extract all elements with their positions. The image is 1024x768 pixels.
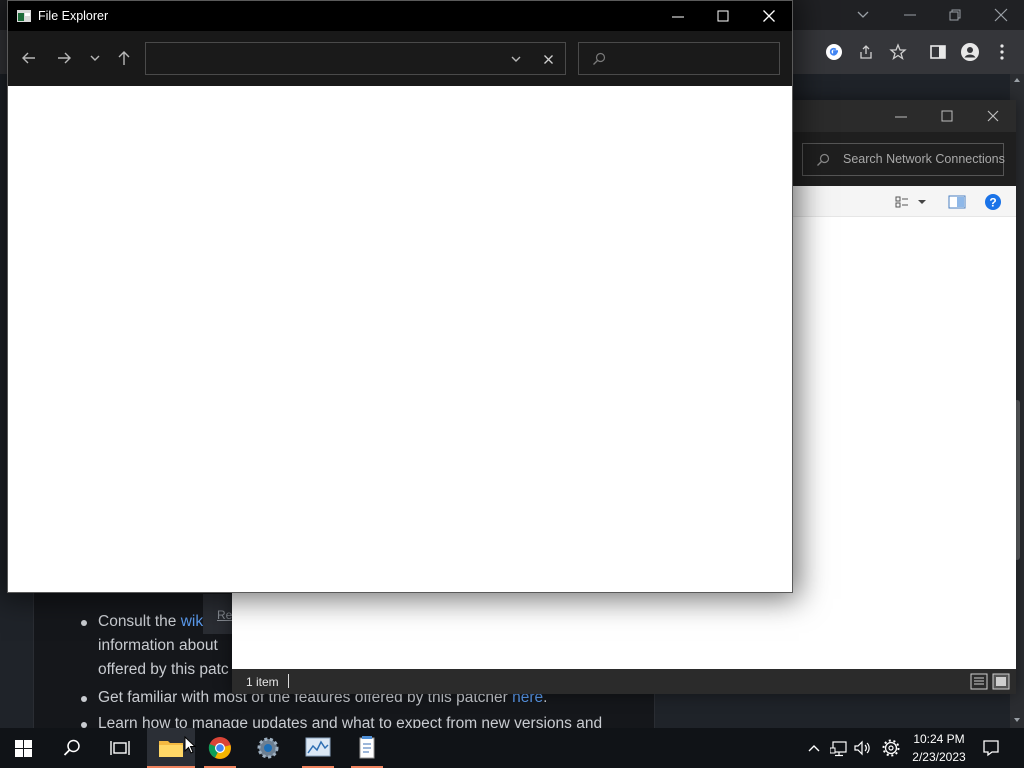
address-dropdown-icon[interactable] <box>510 54 522 64</box>
search-icon <box>817 153 830 166</box>
close-icon[interactable] <box>986 109 1000 123</box>
minimize-icon[interactable] <box>671 10 685 24</box>
settings-icon <box>257 737 279 759</box>
chevron-down-icon[interactable] <box>917 197 927 207</box>
task-view-icon <box>110 741 130 755</box>
file-explorer-icon <box>17 10 31 22</box>
maximize-icon[interactable] <box>940 109 954 123</box>
windows-start-icon <box>15 740 32 757</box>
taskbar-search-button[interactable] <box>48 728 96 768</box>
resource-monitor-icon <box>305 737 331 757</box>
restore-icon[interactable] <box>947 7 963 23</box>
details-view-icon[interactable] <box>970 673 988 690</box>
task-view-button[interactable] <box>96 728 144 768</box>
bullet <box>81 620 87 626</box>
item-count: 1 item <box>246 675 279 689</box>
taskbar-resource-monitor[interactable] <box>294 728 342 768</box>
chrome-icon <box>208 737 231 759</box>
gear-icon[interactable] <box>882 739 900 757</box>
network-search-placeholder: Search Network Connections <box>843 152 1005 166</box>
network-search-box[interactable]: Search Network Connections <box>802 143 1005 176</box>
more-menu-icon[interactable] <box>997 43 1007 61</box>
search-icon <box>63 739 80 756</box>
help-icon[interactable]: ? <box>984 193 1002 211</box>
bullet <box>81 696 87 702</box>
taskbar: 10:24 PM 2/23/2023 <box>0 728 1024 768</box>
arrow-right-icon[interactable] <box>56 51 72 65</box>
share-icon[interactable] <box>857 43 875 61</box>
scroll-up-icon[interactable] <box>1013 76 1021 84</box>
address-input[interactable] <box>152 49 492 69</box>
chevron-down-icon[interactable] <box>89 53 101 63</box>
file-explorer-icon <box>159 741 183 757</box>
close-icon[interactable] <box>993 7 1009 23</box>
window-title: File Explorer <box>38 9 109 23</box>
preview-pane-icon[interactable] <box>948 194 966 210</box>
maximize-icon[interactable] <box>716 9 730 23</box>
network-status-bar: 1 item <box>232 669 1016 694</box>
partial-panel: Re <box>203 594 233 634</box>
wiki-link[interactable]: wik <box>181 613 203 630</box>
profile-icon[interactable] <box>960 42 980 62</box>
taskbar-settings[interactable] <box>244 728 292 768</box>
close-icon[interactable] <box>762 9 776 23</box>
svg-text:?: ? <box>989 196 996 210</box>
view-options-icon[interactable] <box>894 194 910 210</box>
scroll-down-icon[interactable] <box>1013 716 1021 724</box>
google-icon[interactable] <box>825 43 843 61</box>
bullet-text-cont: offered by this patc <box>98 661 229 678</box>
arrow-left-icon[interactable] <box>21 51 37 65</box>
volume-icon[interactable] <box>854 740 872 756</box>
bullet-text: Learn how to manage updates and what to … <box>98 715 603 728</box>
notification-center-icon[interactable] <box>982 739 1000 757</box>
large-icons-view-icon[interactable] <box>992 673 1010 690</box>
tab-search-icon[interactable] <box>855 8 871 22</box>
bullet-text-cont: information about <box>98 637 218 654</box>
start-button[interactable] <box>0 728 48 768</box>
search-box[interactable] <box>578 42 780 75</box>
bookmark-star-icon[interactable] <box>889 43 907 61</box>
taskbar-chrome[interactable] <box>196 728 244 768</box>
minimize-icon[interactable] <box>894 110 908 124</box>
status-separator <box>288 674 289 688</box>
mouse-cursor-icon <box>184 736 196 754</box>
file-explorer-title-bar[interactable]: File Explorer <box>8 1 792 31</box>
chevron-up-icon[interactable] <box>807 742 821 754</box>
file-explorer-window: File Explorer <box>7 0 793 593</box>
side-panel-icon[interactable] <box>929 43 947 61</box>
clock-date[interactable]: 2/23/2023 <box>899 750 979 764</box>
network-icon[interactable] <box>830 740 848 757</box>
search-icon <box>593 52 606 65</box>
partial-link[interactable]: Re <box>217 608 232 622</box>
arrow-up-icon[interactable] <box>117 50 131 66</box>
address-bar[interactable] <box>145 42 566 75</box>
address-clear-icon[interactable] <box>543 54 554 65</box>
taskbar-notepad[interactable] <box>343 728 391 768</box>
bullet-text: Consult the wik <box>98 613 204 630</box>
notepad-icon <box>359 736 375 759</box>
file-explorer-content[interactable] <box>8 86 792 592</box>
file-explorer-nav-bar <box>8 31 792 86</box>
minimize-icon[interactable] <box>902 8 918 22</box>
clock-time[interactable]: 10:24 PM <box>899 732 979 746</box>
